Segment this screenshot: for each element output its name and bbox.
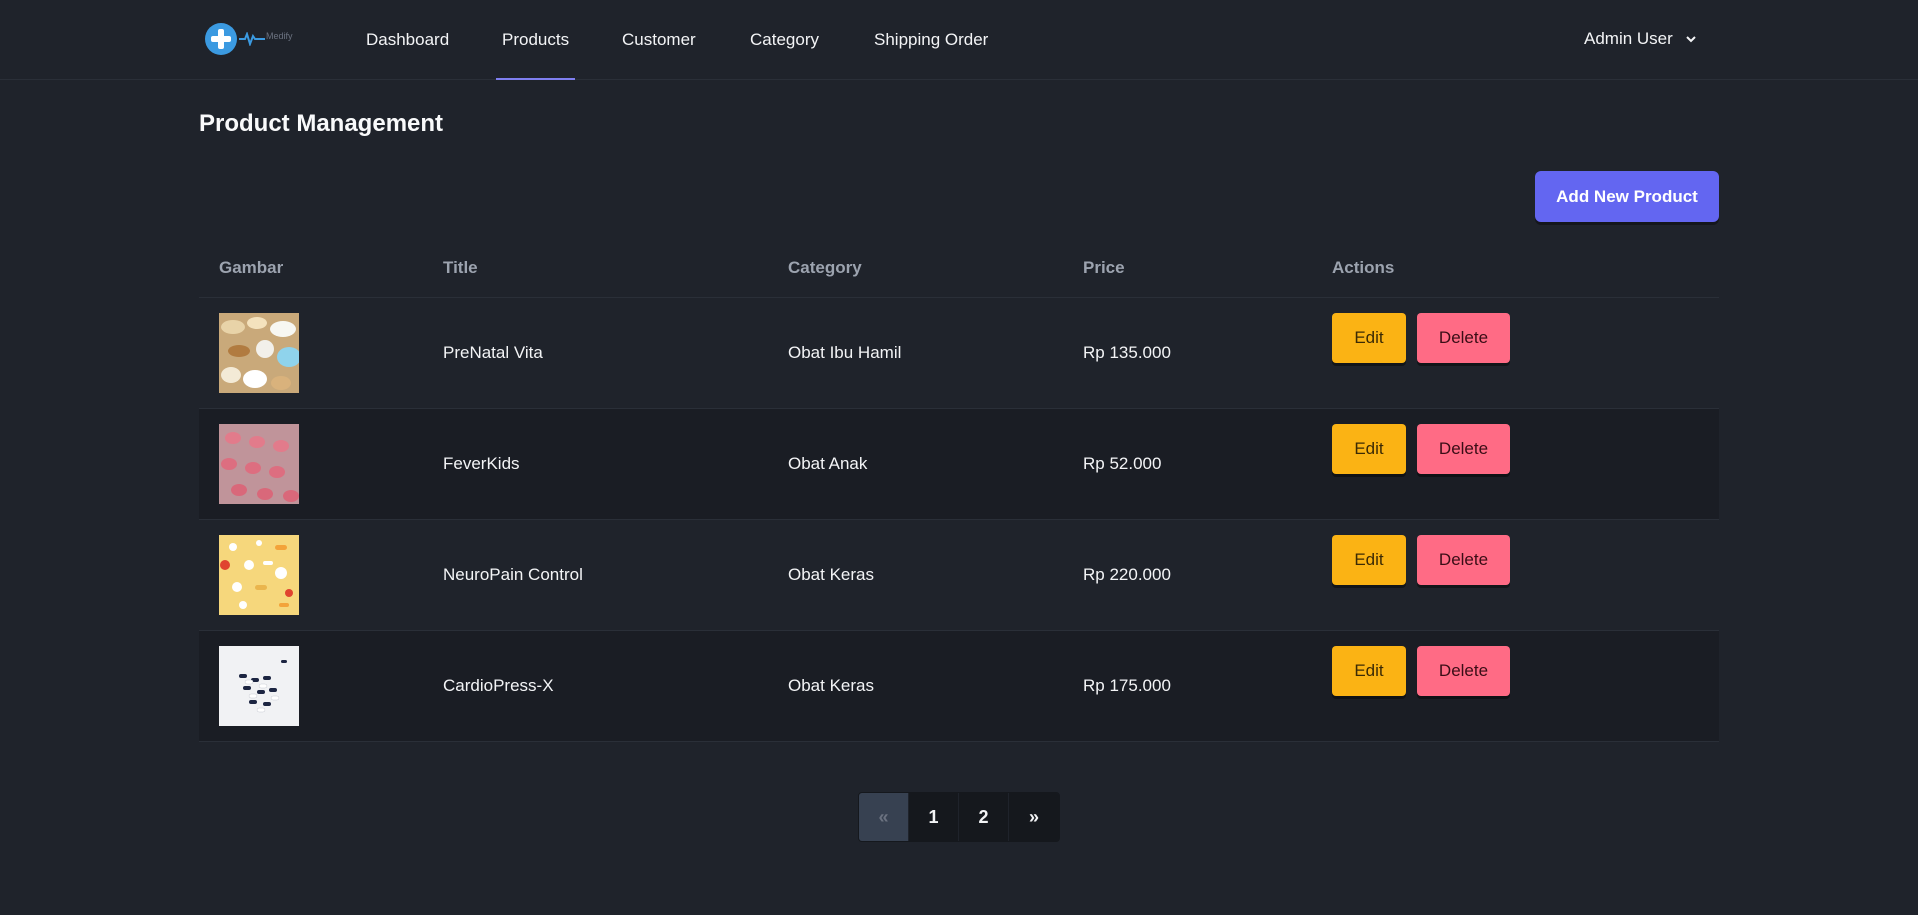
products-table: Gambar Title Category Price Actions PreN… bbox=[199, 248, 1719, 742]
product-category: Obat Keras bbox=[788, 676, 874, 695]
delete-button[interactable]: Delete bbox=[1417, 424, 1510, 474]
product-price: Rp 175.000 bbox=[1083, 676, 1171, 695]
nav-category[interactable]: Category bbox=[750, 0, 819, 80]
header-gambar: Gambar bbox=[219, 258, 284, 277]
pagination-prev-button[interactable]: « bbox=[859, 793, 909, 841]
header-price: Price bbox=[1083, 258, 1125, 277]
pagination-next-button[interactable]: » bbox=[1009, 793, 1059, 841]
header-actions: Actions bbox=[1332, 258, 1395, 277]
user-menu[interactable]: Admin User bbox=[1584, 0, 1697, 78]
medical-cross-icon bbox=[205, 23, 237, 55]
product-category: Obat Anak bbox=[788, 454, 868, 473]
pagination-page-2[interactable]: 2 bbox=[959, 793, 1009, 841]
nav-products[interactable]: Products bbox=[495, 0, 576, 80]
header-title: Title bbox=[443, 258, 478, 277]
nav-customer[interactable]: Customer bbox=[622, 0, 696, 80]
edit-button[interactable]: Edit bbox=[1332, 535, 1406, 585]
edit-button[interactable]: Edit bbox=[1332, 646, 1406, 696]
table-row: PreNatal Vita Obat Ibu Hamil Rp 135.000 … bbox=[199, 298, 1719, 409]
product-price: Rp 135.000 bbox=[1083, 343, 1171, 362]
product-category: Obat Ibu Hamil bbox=[788, 343, 902, 362]
table-header: Gambar Title Category Price Actions bbox=[199, 248, 1719, 298]
product-category: Obat Keras bbox=[788, 565, 874, 584]
nav-shipping-order[interactable]: Shipping Order bbox=[874, 0, 988, 80]
product-image bbox=[219, 646, 299, 726]
nav-dashboard[interactable]: Dashboard bbox=[366, 0, 449, 80]
edit-button[interactable]: Edit bbox=[1332, 313, 1406, 363]
header-category: Category bbox=[788, 258, 862, 277]
user-name: Admin User bbox=[1584, 29, 1673, 48]
edit-button[interactable]: Edit bbox=[1332, 424, 1406, 474]
logo-text: Medify bbox=[266, 31, 293, 41]
product-title: FeverKids bbox=[443, 454, 520, 473]
top-navbar: Medify Dashboard Products Customer Categ… bbox=[0, 0, 1918, 80]
product-image bbox=[219, 313, 299, 393]
product-price: Rp 220.000 bbox=[1083, 565, 1171, 584]
delete-button[interactable]: Delete bbox=[1417, 535, 1510, 585]
table-row: NeuroPain Control Obat Keras Rp 220.000 … bbox=[199, 520, 1719, 631]
product-image bbox=[219, 424, 299, 504]
product-price: Rp 52.000 bbox=[1083, 454, 1162, 473]
add-new-product-button[interactable]: Add New Product bbox=[1535, 171, 1719, 222]
product-title: CardioPress-X bbox=[443, 676, 554, 695]
chevron-down-icon bbox=[1686, 36, 1696, 43]
table-row: CardioPress-X Obat Keras Rp 175.000 Edit… bbox=[199, 631, 1719, 742]
brand-logo[interactable]: Medify bbox=[205, 22, 305, 56]
pagination: « 1 2 » bbox=[858, 792, 1060, 842]
product-title: NeuroPain Control bbox=[443, 565, 583, 584]
heartbeat-icon bbox=[239, 32, 265, 46]
delete-button[interactable]: Delete bbox=[1417, 646, 1510, 696]
page-title: Product Management bbox=[199, 110, 444, 137]
product-title: PreNatal Vita bbox=[443, 343, 543, 362]
pagination-page-1[interactable]: 1 bbox=[909, 793, 959, 841]
product-image bbox=[219, 535, 299, 615]
delete-button[interactable]: Delete bbox=[1417, 313, 1510, 363]
table-row: FeverKids Obat Anak Rp 52.000 Edit Delet… bbox=[199, 409, 1719, 520]
